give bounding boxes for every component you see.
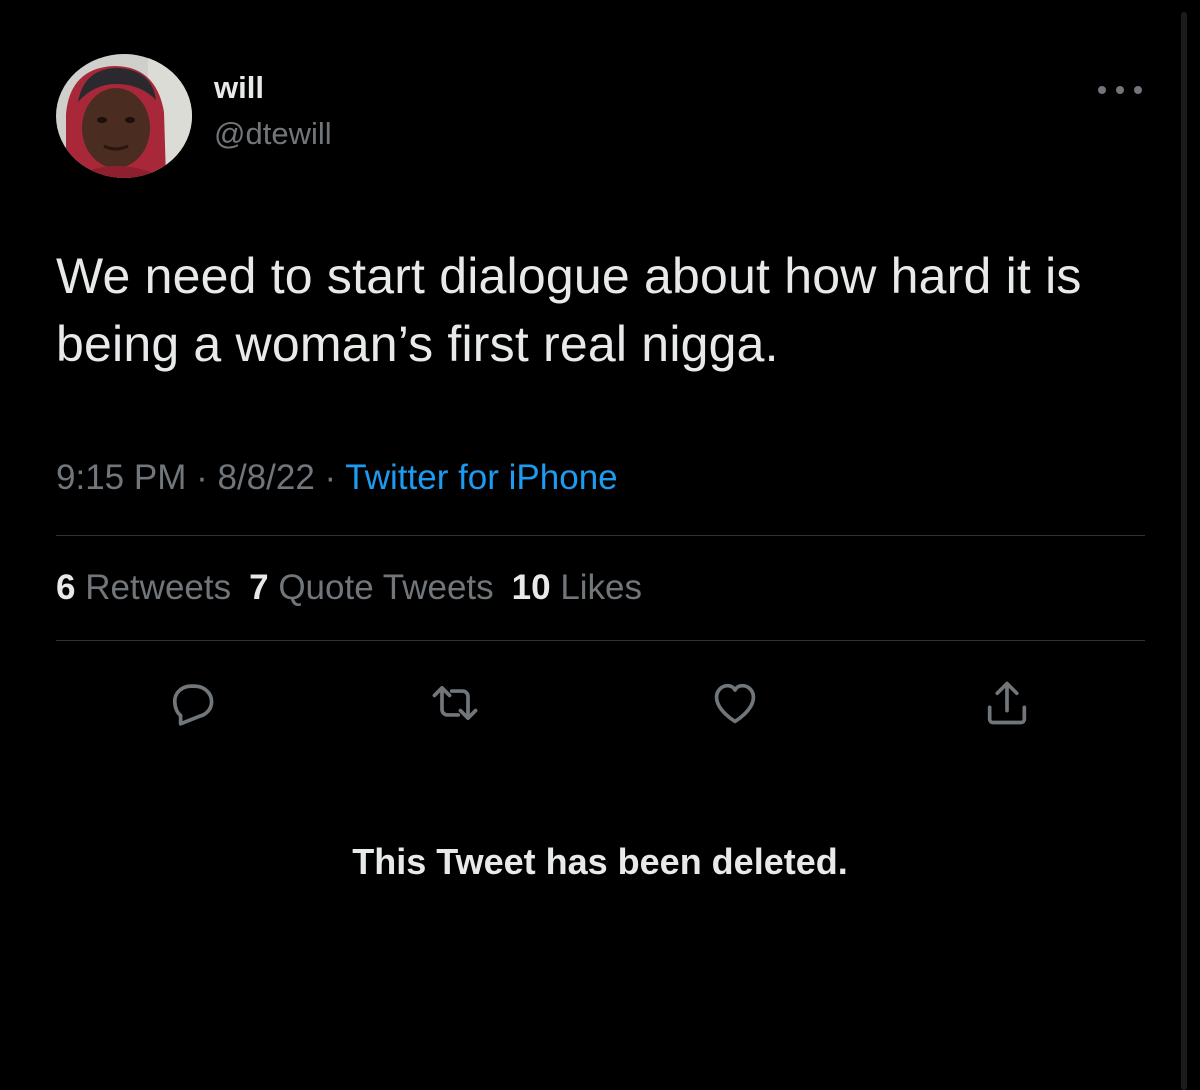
- tweet-date[interactable]: 8/8/22: [217, 458, 314, 497]
- tweet-time[interactable]: 9:15 PM: [56, 458, 186, 497]
- share-icon: [987, 681, 1027, 725]
- quote-tweets-count: 7: [249, 568, 269, 607]
- reply-icon: [172, 684, 214, 726]
- like-button[interactable]: [707, 675, 763, 731]
- likes-label: Likes: [560, 568, 643, 607]
- divider: [56, 640, 1145, 641]
- avatar-image: [56, 54, 192, 178]
- user-handle[interactable]: @dtewill: [214, 114, 332, 154]
- deleted-tweet-notice: This Tweet has been deleted.: [352, 841, 848, 882]
- scrollbar[interactable]: [1181, 12, 1187, 1090]
- more-options-icon[interactable]: [1098, 80, 1142, 100]
- retweet-icon: [432, 685, 478, 721]
- share-button[interactable]: [979, 675, 1035, 731]
- quote-tweets-label: Quote Tweets: [278, 568, 494, 607]
- reply-button[interactable]: [163, 675, 219, 731]
- likes-stat[interactable]: 10 Likes: [512, 568, 642, 607]
- retweets-count: 6: [56, 568, 76, 607]
- display-name[interactable]: will: [214, 68, 264, 108]
- tweet-metadata: 9:15 PM · 8/8/22 · Twitter for iPhone: [56, 456, 618, 500]
- divider: [56, 535, 1145, 536]
- meta-separator: ·: [324, 458, 337, 497]
- heart-icon: [714, 683, 756, 724]
- retweet-button[interactable]: [427, 675, 483, 731]
- retweets-label: Retweets: [85, 568, 232, 607]
- quote-tweets-stat[interactable]: 7 Quote Tweets: [249, 568, 494, 607]
- tweet-source-link[interactable]: Twitter for iPhone: [345, 458, 617, 497]
- avatar[interactable]: [56, 54, 192, 178]
- likes-count: 10: [511, 568, 551, 607]
- meta-separator: ·: [196, 458, 208, 497]
- retweets-stat[interactable]: 6 Retweets: [56, 568, 231, 607]
- tweet-stats: 6 Retweets 7 Quote Tweets 10 Likes: [56, 566, 660, 610]
- tweet-page: will @dtewill We need to start dialogue …: [0, 0, 1200, 1090]
- tweet-text: We need to start dialogue about how hard…: [56, 248, 1082, 372]
